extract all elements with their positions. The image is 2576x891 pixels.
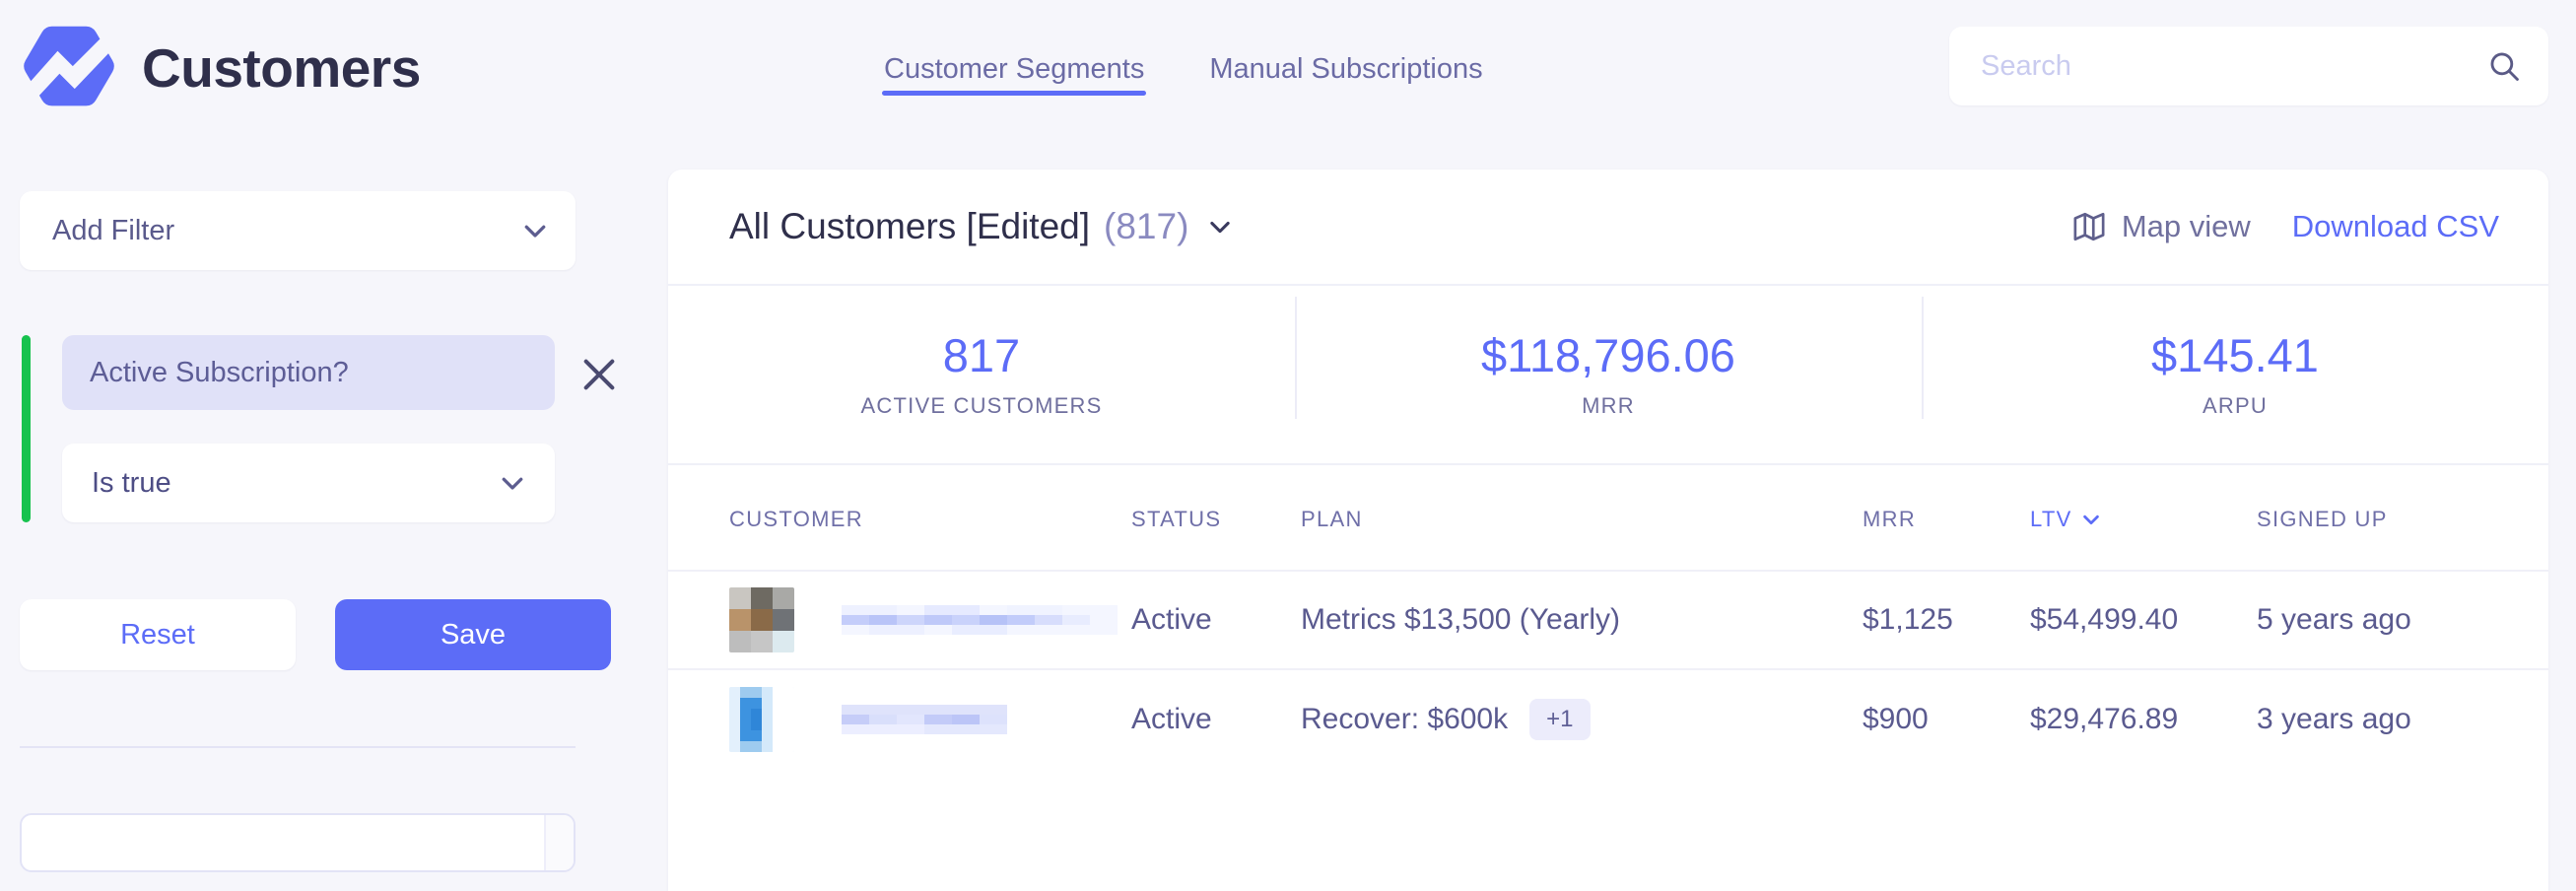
stat-value: 817 bbox=[678, 330, 1285, 381]
column-header-plan[interactable]: PLAN bbox=[1301, 465, 1863, 571]
filter-actions: Reset Save bbox=[20, 599, 611, 670]
card-header: All Customers [Edited] (817) Map view bbox=[668, 170, 2548, 286]
plan-extra-badge[interactable]: +1 bbox=[1529, 699, 1590, 740]
redacted-avatar bbox=[729, 587, 794, 652]
segment-title: All Customers [Edited] bbox=[729, 206, 1090, 247]
filter-field-select[interactable]: Active Subscription? bbox=[62, 335, 555, 410]
segment-name-input[interactable] bbox=[20, 813, 576, 872]
table-header: CUSTOMER STATUS PLAN MRR LTV bbox=[668, 465, 2548, 571]
plan-cell: Recover: $600k +1 bbox=[1301, 699, 1863, 740]
stat-value: $118,796.06 bbox=[1305, 330, 1912, 381]
redacted-avatar bbox=[729, 687, 794, 752]
column-header-ltv[interactable]: LTV bbox=[2030, 465, 2257, 571]
table-header-row: CUSTOMER STATUS PLAN MRR LTV bbox=[668, 465, 2548, 571]
customers-table: CUSTOMER STATUS PLAN MRR LTV bbox=[668, 465, 2548, 768]
card-header-actions: Map view Download CSV bbox=[2072, 209, 2499, 244]
plan-label: Recover: $600k bbox=[1301, 703, 1508, 736]
cell-customer[interactable] bbox=[668, 669, 1131, 768]
customer-cell bbox=[729, 687, 1131, 752]
stat-label: MRR bbox=[1305, 393, 1912, 419]
plan-cell: Metrics $13,500 (Yearly) bbox=[1301, 603, 1863, 637]
filter-field-label: Active Subscription? bbox=[90, 357, 349, 389]
cell-ltv: $29,476.89 bbox=[2030, 669, 2257, 768]
cell-mrr: $1,125 bbox=[1863, 571, 2030, 669]
search-box[interactable] bbox=[1949, 27, 2548, 105]
customers-card: All Customers [Edited] (817) Map view bbox=[668, 170, 2548, 891]
cell-plan: Recover: $600k +1 bbox=[1301, 669, 1863, 768]
stat-arpu: $145.41 ARPU bbox=[1922, 330, 2548, 419]
cell-ltv: $54,499.40 bbox=[2030, 571, 2257, 669]
cell-customer[interactable] bbox=[668, 571, 1131, 669]
add-filter-dropdown[interactable]: Add Filter bbox=[20, 191, 576, 270]
filter-operator-select[interactable]: Is true bbox=[62, 444, 555, 522]
customer-cell bbox=[729, 587, 1131, 652]
filter-fields: Active Subscription? Is true bbox=[62, 335, 555, 522]
cell-plan: Metrics $13,500 (Yearly) bbox=[1301, 571, 1863, 669]
stat-mrr: $118,796.06 MRR bbox=[1295, 330, 1922, 419]
stat-label: ACTIVE CUSTOMERS bbox=[678, 393, 1285, 419]
cell-status: Active bbox=[1131, 571, 1301, 669]
tab-manual-subscriptions-label: Manual Subscriptions bbox=[1209, 53, 1482, 85]
table-body: Active Metrics $13,500 (Yearly) $1,125 $… bbox=[668, 571, 2548, 768]
column-header-mrr[interactable]: MRR bbox=[1863, 465, 2030, 571]
close-icon[interactable] bbox=[579, 355, 619, 394]
filter-accent-bar bbox=[22, 335, 31, 522]
redacted-customer-name bbox=[842, 705, 1118, 734]
redacted-customer-name bbox=[842, 605, 1118, 635]
filter-operator-label: Is true bbox=[92, 467, 498, 500]
stat-value: $145.41 bbox=[1932, 330, 2539, 381]
plan-label: Metrics $13,500 (Yearly) bbox=[1301, 603, 1620, 637]
filter-row: Active Subscription? Is true bbox=[22, 335, 611, 522]
baremetrics-logo-icon bbox=[22, 21, 116, 115]
tab-bar: Customer Segments Manual Subscriptions bbox=[882, 0, 1485, 136]
download-csv-button[interactable]: Download CSV bbox=[2292, 209, 2499, 244]
search-icon[interactable] bbox=[2487, 49, 2521, 83]
segment-name-input-addon bbox=[544, 815, 574, 870]
map-view-label: Map view bbox=[2122, 209, 2251, 244]
page-title: Customers bbox=[142, 36, 421, 100]
segment-count: (817) bbox=[1104, 206, 1188, 247]
stat-active-customers: 817 ACTIVE CUSTOMERS bbox=[668, 330, 1295, 419]
stat-label: ARPU bbox=[1932, 393, 2539, 419]
reset-button[interactable]: Reset bbox=[20, 599, 296, 670]
chevron-down-icon[interactable] bbox=[1206, 213, 1234, 240]
tab-customer-segments-label: Customer Segments bbox=[884, 53, 1144, 85]
tab-manual-subscriptions[interactable]: Manual Subscriptions bbox=[1207, 8, 1484, 129]
cell-signed-up: 3 years ago bbox=[2257, 669, 2548, 768]
column-header-ltv-label: LTV bbox=[2030, 507, 2072, 532]
chevron-down-icon[interactable] bbox=[2080, 509, 2102, 530]
content-area: Add Filter Active Subscription? Is true bbox=[0, 136, 2576, 891]
segment-selector[interactable]: All Customers [Edited] (817) bbox=[729, 206, 1234, 247]
search-input[interactable] bbox=[1981, 50, 2487, 83]
column-header-signed-up[interactable]: SIGNED UP bbox=[2257, 465, 2548, 571]
chevron-down-icon[interactable] bbox=[498, 468, 527, 498]
cell-status: Active bbox=[1131, 669, 1301, 768]
table-row[interactable]: Active Metrics $13,500 (Yearly) $1,125 $… bbox=[668, 571, 2548, 669]
sidebar-divider bbox=[20, 746, 576, 748]
add-filter-label: Add Filter bbox=[52, 215, 520, 247]
column-header-status[interactable]: STATUS bbox=[1131, 465, 1301, 571]
column-header-customer[interactable]: CUSTOMER bbox=[668, 465, 1131, 571]
map-view-button[interactable]: Map view bbox=[2072, 209, 2251, 244]
table-row[interactable]: Active Recover: $600k +1 $900 $29,476.89… bbox=[668, 669, 2548, 768]
save-button[interactable]: Save bbox=[335, 599, 611, 670]
column-header-ltv-sort[interactable]: LTV bbox=[2030, 507, 2102, 532]
main-panel: All Customers [Edited] (817) Map view bbox=[611, 136, 2576, 891]
chevron-down-icon[interactable] bbox=[520, 216, 550, 245]
cell-mrr: $900 bbox=[1863, 669, 2030, 768]
filter-sidebar: Add Filter Active Subscription? Is true bbox=[0, 136, 611, 891]
brand: Customers bbox=[0, 21, 421, 115]
tab-customer-segments[interactable]: Customer Segments bbox=[882, 8, 1146, 129]
stats-row: 817 ACTIVE CUSTOMERS $118,796.06 MRR $14… bbox=[668, 286, 2548, 465]
map-icon bbox=[2072, 210, 2106, 243]
top-bar: Customers Customer Segments Manual Subsc… bbox=[0, 0, 2576, 136]
cell-signed-up: 5 years ago bbox=[2257, 571, 2548, 669]
